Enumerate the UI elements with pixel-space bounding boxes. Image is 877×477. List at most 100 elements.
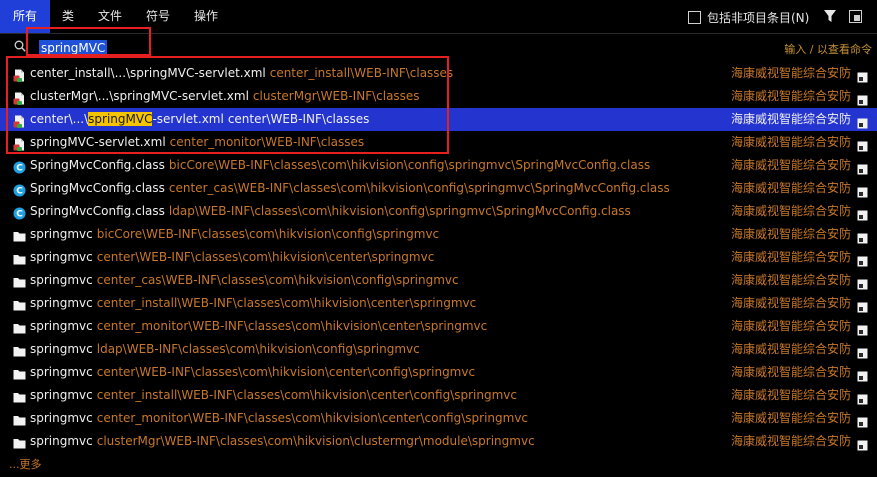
module-icon	[857, 344, 868, 359]
result-text: springmvc center_cas\WEB-INF\classes\com\…	[30, 269, 459, 292]
result-text: springmvc center_install\WEB-INF\classes\…	[30, 384, 517, 407]
open-in-window-icon[interactable]	[849, 10, 862, 23]
result-row[interactable]: springmvc center\WEB-INF\classes\com\hikv…	[0, 361, 877, 384]
result-module: 海康威视智能综合安防	[731, 434, 852, 448]
result-module: 海康威视智能综合安防	[731, 296, 852, 310]
result-name: springmvc	[30, 388, 93, 402]
module-icon	[857, 413, 868, 428]
result-text: SpringMvcConfig.class center_cas\WEB-INF\…	[30, 177, 670, 200]
folder-icon	[13, 366, 26, 380]
result-name: springmvc	[30, 319, 93, 333]
result-row[interactable]: springmvc ldap\WEB-INF\classes\com\hikvis…	[0, 338, 877, 361]
result-module: 海康威视智能综合安防	[731, 66, 852, 80]
filter-icon[interactable]	[823, 9, 837, 23]
result-module: 海康威视智能综合安防	[731, 250, 852, 264]
result-text: springmvc center\WEB-INF\classes\com\hikv…	[30, 246, 434, 269]
result-name: springmvc	[30, 411, 93, 425]
result-module: 海康威视智能综合安防	[731, 411, 852, 425]
folder-icon	[13, 320, 26, 334]
include-non-project-checkbox[interactable]	[688, 10, 701, 24]
result-row[interactable]: springmvc center_monitor\WEB-INF\classes\…	[0, 407, 877, 430]
svg-text:C: C	[16, 187, 23, 197]
result-row[interactable]: C SpringMvcConfig.class bicCore\WEB-INF\cl…	[0, 154, 877, 177]
module-icon	[857, 160, 868, 175]
result-path: clusterMgr\WEB-INF\classes\com\hikvision…	[96, 434, 535, 448]
result-path: center_cas\WEB-INF\classes\com\hikvision…	[168, 181, 670, 195]
folder-icon	[13, 343, 26, 357]
result-name: springmvc	[30, 296, 93, 310]
result-row[interactable]: C SpringMvcConfig.class ldap\WEB-INF\class…	[0, 200, 877, 223]
result-name: springmvc	[30, 250, 93, 264]
result-row[interactable]: springmvc center_install\WEB-INF\classes\…	[0, 292, 877, 315]
result-name: springmvc	[30, 365, 93, 379]
result-row[interactable]: springmvc center_cas\WEB-INF\classes\com\…	[0, 269, 877, 292]
result-path: ldap\WEB-INF\classes\com\hikvision\confi…	[168, 204, 631, 218]
result-module: 海康威视智能综合安防	[731, 227, 852, 241]
module-icon	[857, 206, 868, 221]
search-icon	[14, 40, 26, 52]
result-text: SpringMvcConfig.class ldap\WEB-INF\classe…	[30, 200, 631, 223]
result-row[interactable]: springmvc center\WEB-INF\classes\com\hikv…	[0, 246, 877, 269]
folder-icon	[13, 412, 26, 426]
module-icon	[857, 229, 868, 244]
result-path: center_install\WEB-INF\classes\com\hikvi…	[96, 296, 477, 310]
class-icon: C	[13, 182, 26, 197]
tab-actions[interactable]: 操作	[188, 0, 224, 33]
annotation-box-results	[6, 56, 449, 154]
result-row[interactable]: C SpringMvcConfig.class center_cas\WEB-INF…	[0, 177, 877, 200]
result-path: center_monitor\WEB-INF\classes\com\hikvi…	[96, 411, 529, 425]
result-name: springmvc	[30, 273, 93, 287]
result-text: springmvc center_monitor\WEB-INF\classes\…	[30, 315, 487, 338]
module-icon	[857, 137, 868, 152]
result-name: SpringMvcConfig.class	[30, 181, 165, 195]
result-module: 海康威视智能综合安防	[731, 135, 852, 149]
svg-text:C: C	[16, 210, 23, 220]
module-icon	[857, 436, 868, 451]
result-path: ldap\WEB-INF\classes\com\hikvision\confi…	[96, 342, 420, 356]
result-text: springmvc clusterMgr\WEB-INF\classes\com\…	[30, 430, 535, 453]
result-path: center\WEB-INF\classes\com\hikvision\cen…	[96, 250, 435, 264]
result-row[interactable]: springmvc clusterMgr\WEB-INF\classes\com\…	[0, 430, 877, 453]
module-icon	[857, 183, 868, 198]
result-module: 海康威视智能综合安防	[731, 158, 852, 172]
module-icon	[857, 68, 868, 83]
result-path: center_install\WEB-INF\classes\com\hikvi…	[96, 388, 517, 402]
folder-icon	[13, 228, 26, 242]
module-icon	[857, 321, 868, 336]
module-icon	[857, 367, 868, 382]
result-text: springmvc ldap\WEB-INF\classes\com\hikvis…	[30, 338, 420, 361]
result-name: springmvc	[30, 434, 93, 448]
folder-icon	[13, 251, 26, 265]
class-icon: C	[13, 159, 26, 174]
folder-icon	[13, 297, 26, 311]
result-row[interactable]: springmvc center_monitor\WEB-INF\classes\…	[0, 315, 877, 338]
result-row[interactable]: springmvc bicCore\WEB-INF\classes\com\hik…	[0, 223, 877, 246]
result-name: springmvc	[30, 227, 93, 241]
result-row[interactable]: springmvc center_install\WEB-INF\classes\…	[0, 384, 877, 407]
result-path: bicCore\WEB-INF\classes\com\hikvision\co…	[96, 227, 440, 241]
more-results-link[interactable]: ...更多	[9, 456, 42, 472]
result-module: 海康威视智能综合安防	[731, 89, 852, 103]
result-text: springmvc center\WEB-INF\classes\com\hikv…	[30, 361, 475, 384]
result-module: 海康威视智能综合安防	[731, 342, 852, 356]
result-path: center_monitor\WEB-INF\classes\com\hikvi…	[96, 319, 488, 333]
folder-icon	[13, 274, 26, 288]
include-non-project-option[interactable]: 包括非项目条目(N)	[688, 9, 809, 25]
folder-icon	[13, 435, 26, 449]
result-module: 海康威视智能综合安防	[731, 388, 852, 402]
result-module: 海康威视智能综合安防	[731, 181, 852, 195]
module-icon	[857, 252, 868, 267]
module-icon	[857, 114, 868, 129]
result-path: center\WEB-INF\classes\com\hikvision\cen…	[96, 365, 476, 379]
result-text: SpringMvcConfig.class bicCore\WEB-INF\cla…	[30, 154, 650, 177]
module-icon	[857, 275, 868, 290]
svg-text:C: C	[16, 164, 23, 174]
folder-icon	[13, 389, 26, 403]
include-non-project-label: 包括非项目条目(N)	[707, 10, 810, 25]
annotation-box-query	[26, 27, 151, 56]
module-icon	[857, 91, 868, 106]
result-name: springmvc	[30, 342, 93, 356]
result-text: springmvc bicCore\WEB-INF\classes\com\hik…	[30, 223, 439, 246]
result-text: springmvc center_monitor\WEB-INF\classes\…	[30, 407, 528, 430]
result-name: SpringMvcConfig.class	[30, 158, 165, 172]
